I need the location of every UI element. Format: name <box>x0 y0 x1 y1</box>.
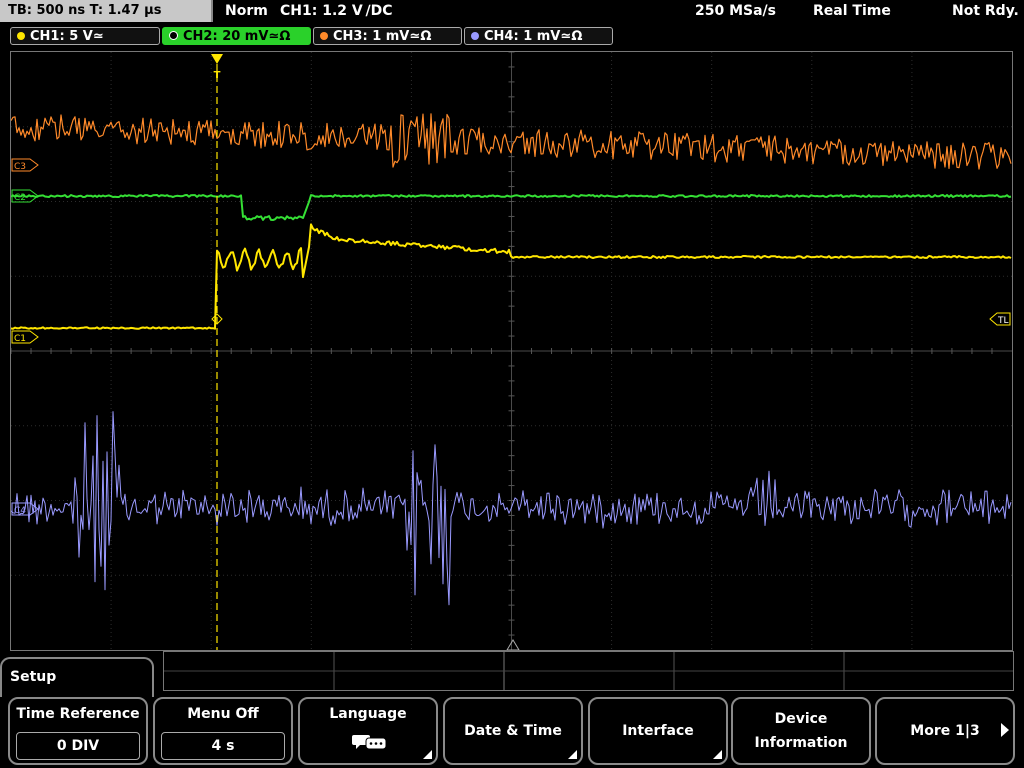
softkey-title: Language <box>329 706 407 722</box>
ch1-marker[interactable]: C1 <box>11 330 39 344</box>
timebase-text: TB: 500 ns T: 1.47 µs <box>8 3 162 18</box>
ch4-color-icon <box>471 32 479 40</box>
ch3-marker[interactable]: C3 <box>11 158 39 172</box>
submenu-corner-icon <box>713 750 722 759</box>
softkey-title: Menu Off <box>187 706 259 722</box>
more-softkey[interactable]: More 1|3 <box>875 697 1015 765</box>
submenu-corner-icon <box>568 750 577 759</box>
menu-off-value: 4 s <box>161 732 285 760</box>
channel-bar: CH1: 5 V≃ CH2: 20 mV≃Ω CH3: 1 mV≃Ω CH4: … <box>0 25 1024 49</box>
svg-text:C4: C4 <box>14 506 26 516</box>
ch1-color-icon <box>17 32 25 40</box>
acquisition-mode[interactable]: Real Time <box>813 0 891 22</box>
waveform-display[interactable]: T C3 C2 C1 C4 TL <box>10 51 1013 651</box>
softkey-title: Interface <box>622 723 694 739</box>
softkey-title: Date & Time <box>464 723 562 739</box>
trigger-mode[interactable]: Norm <box>225 0 268 22</box>
channel-tab-ch3[interactable]: CH3: 1 mV≃Ω <box>313 27 462 45</box>
softkey-title-line1: Device <box>774 711 828 727</box>
menu-title: Setup <box>0 657 154 697</box>
svg-text:C1: C1 <box>14 334 26 344</box>
trigger-level-marker[interactable]: TL <box>989 312 1011 326</box>
menu-off-softkey[interactable]: Menu Off 4 s <box>153 697 293 765</box>
channel-label: CH3: 1 mV≃Ω <box>333 29 432 44</box>
waveform-canvas: T C3 C2 C1 C4 TL <box>11 52 1012 650</box>
svg-text:C3: C3 <box>14 162 26 172</box>
submenu-corner-icon <box>423 750 432 759</box>
interface-softkey[interactable]: Interface <box>588 697 728 765</box>
svg-text:C2: C2 <box>14 193 26 203</box>
next-page-icon <box>1001 723 1009 737</box>
overview-strip[interactable] <box>163 651 1014 691</box>
softkey-title-line2: Information <box>754 735 848 751</box>
trigger-position-label: T <box>214 70 221 81</box>
channel-tab-ch2[interactable]: CH2: 20 mV≃Ω <box>162 27 311 45</box>
date-time-softkey[interactable]: Date & Time <box>443 697 583 765</box>
sample-rate[interactable]: 250 MSa/s <box>695 0 776 22</box>
acquisition-state: Not Rdy. <box>952 3 1019 19</box>
device-information-softkey[interactable]: Device Information <box>731 697 871 765</box>
softkey-title: Time Reference <box>16 706 140 722</box>
channel-label: CH2: 20 mV≃Ω <box>183 29 291 44</box>
horizontal-position-icon[interactable] <box>506 639 520 650</box>
timebase-readout[interactable]: TB: 500 ns T: 1.47 µs <box>0 0 213 22</box>
speech-bubbles-icon <box>352 735 387 750</box>
softkey-title: Device Information <box>755 707 848 755</box>
graticule <box>11 52 1012 650</box>
status-bar: Norm CH1: 1.2 V ∕DC 250 MSa/s Real Time … <box>215 0 1024 22</box>
language-softkey[interactable]: Language <box>298 697 438 765</box>
svg-text:TL: TL <box>997 316 1009 326</box>
channel-tab-ch1[interactable]: CH1: 5 V≃ <box>10 27 160 45</box>
channel-tab-ch4[interactable]: CH4: 1 mV≃Ω <box>464 27 613 45</box>
softkey-title: More 1|3 <box>910 723 980 739</box>
overview-grid <box>164 652 1013 690</box>
trigger-source[interactable]: CH1: 1.2 V ∕DC <box>280 0 393 22</box>
channel-label: CH1: 5 V≃ <box>30 29 104 44</box>
softkey-bar: Time Reference 0 DIV Menu Off 4 s Langua… <box>0 697 1024 768</box>
ch2-color-icon <box>169 31 178 40</box>
channel-label: CH4: 1 mV≃Ω <box>484 29 583 44</box>
ch3-color-icon <box>320 32 328 40</box>
time-reference-softkey[interactable]: Time Reference 0 DIV <box>8 697 148 765</box>
time-reference-value: 0 DIV <box>16 732 140 760</box>
trigger-position-icon[interactable] <box>211 54 223 64</box>
